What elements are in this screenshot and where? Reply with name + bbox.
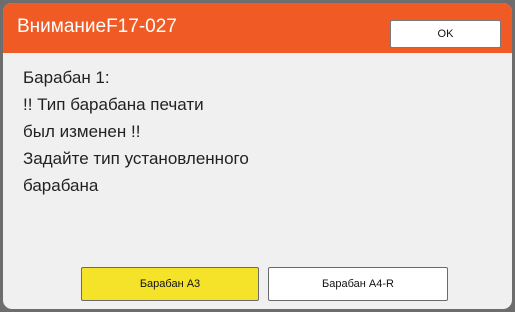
message-line-3: был изменен !! [23, 122, 141, 141]
ok-button[interactable]: OK [390, 20, 501, 48]
dialog-title-bar: ВниманиеF17-027 OK [3, 3, 512, 53]
dialog-title: ВниманиеF17-027 [17, 16, 177, 37]
dialog-message: Барабан 1: !! Тип барабана печати был из… [23, 64, 493, 199]
message-line-5: барабана [23, 176, 99, 195]
drum-a3-button[interactable]: Барабан A3 [81, 267, 259, 301]
message-line-4: Задайте тип установленного [23, 149, 249, 168]
drum-a4r-button[interactable]: Барабан A4-R [268, 267, 448, 301]
message-line-2: !! Тип барабана печати [23, 95, 204, 114]
alert-dialog: ВниманиеF17-027 OK Барабан 1: !! Тип бар… [3, 3, 512, 309]
message-line-1: Барабан 1: [23, 68, 110, 87]
